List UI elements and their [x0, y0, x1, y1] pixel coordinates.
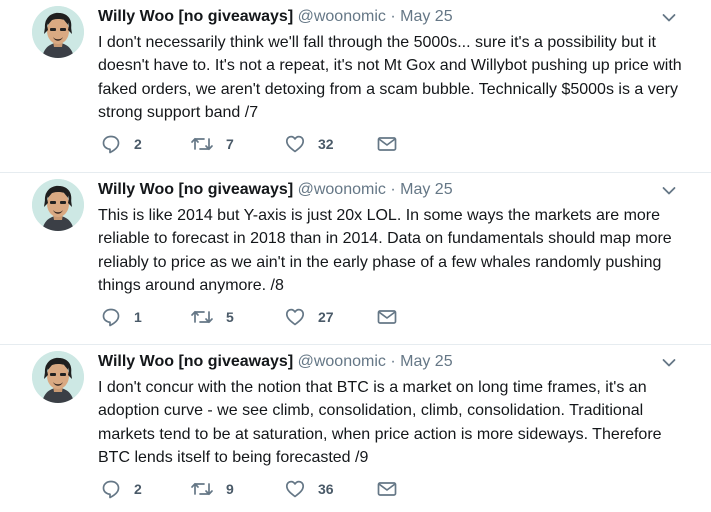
retweet-count: 7 [226, 136, 234, 152]
tweet-header: Willy Woo [no giveaways] @woonomic · May… [98, 351, 671, 373]
message-button[interactable] [376, 132, 398, 156]
tweet-date[interactable]: May 25 [400, 181, 452, 198]
chevron-down-icon [662, 359, 676, 367]
avatar-illustration-icon [32, 6, 84, 58]
retweet-button[interactable]: 5 [190, 305, 234, 329]
message-button[interactable] [376, 305, 398, 329]
retweet-button[interactable]: 9 [190, 477, 234, 501]
tweet-actions: 1 5 27 [98, 305, 418, 329]
like-count: 27 [318, 309, 334, 325]
envelope-icon [377, 137, 397, 151]
avatar[interactable] [32, 179, 84, 231]
author-handle[interactable]: @woonomic [298, 8, 386, 25]
tweet-date[interactable]: May 25 [400, 8, 452, 25]
reply-button[interactable]: 2 [100, 477, 142, 501]
author-handle[interactable]: @woonomic [298, 353, 386, 370]
reply-button[interactable]: 2 [100, 132, 142, 156]
author-name[interactable]: Willy Woo [no giveaways] [98, 8, 293, 25]
like-button[interactable]: 27 [284, 305, 334, 329]
tweet-menu-button[interactable] [661, 183, 677, 199]
tweet[interactable]: Willy Woo [no giveaways] @woonomic · May… [0, 0, 711, 172]
reply-count: 1 [134, 309, 142, 325]
heart-icon [285, 480, 305, 498]
reply-button[interactable]: 1 [100, 305, 142, 329]
tweet[interactable]: Willy Woo [no giveaways] @woonomic · May… [0, 172, 711, 344]
tweet-date[interactable]: May 25 [400, 353, 452, 370]
separator: · [390, 8, 396, 25]
avatar-illustration-icon [32, 179, 84, 231]
avatar[interactable] [32, 6, 84, 58]
reply-icon [102, 135, 120, 154]
retweet-icon [191, 310, 213, 324]
like-button[interactable]: 32 [284, 132, 334, 156]
retweet-count: 5 [226, 309, 234, 325]
heart-icon [285, 135, 305, 153]
retweet-icon [191, 137, 213, 151]
reply-icon [102, 308, 120, 327]
avatar[interactable] [32, 351, 84, 403]
separator: · [390, 353, 396, 370]
reply-icon [102, 480, 120, 499]
author-name[interactable]: Willy Woo [no giveaways] [98, 181, 293, 198]
retweet-count: 9 [226, 481, 234, 497]
author-name[interactable]: Willy Woo [no giveaways] [98, 353, 293, 370]
tweet-menu-button[interactable] [661, 355, 677, 371]
chevron-down-icon [662, 187, 676, 195]
retweet-button[interactable]: 7 [190, 132, 234, 156]
tweet-actions: 2 7 32 [98, 132, 418, 156]
like-count: 36 [318, 481, 334, 497]
envelope-icon [377, 310, 397, 324]
retweet-icon [191, 482, 213, 496]
tweet-text: I don't concur with the notion that BTC … [98, 379, 662, 466]
envelope-icon [377, 482, 397, 496]
reply-count: 2 [134, 481, 142, 497]
like-count: 32 [318, 136, 334, 152]
author-handle[interactable]: @woonomic [298, 181, 386, 198]
tweet-header: Willy Woo [no giveaways] @woonomic · May… [98, 179, 671, 201]
message-button[interactable] [376, 477, 398, 501]
separator: · [390, 181, 396, 198]
tweet-menu-button[interactable] [661, 10, 677, 26]
heart-icon [285, 308, 305, 326]
chevron-down-icon [662, 14, 676, 22]
tweet-text: I don't necessarily think we'll fall thr… [98, 34, 682, 121]
reply-count: 2 [134, 136, 142, 152]
tweet-actions: 2 9 36 [98, 477, 418, 501]
avatar-illustration-icon [32, 351, 84, 403]
tweet-thread: Willy Woo [no giveaways] @woonomic · May… [0, 0, 711, 512]
like-button[interactable]: 36 [284, 477, 334, 501]
tweet-text: This is like 2014 but Y-axis is just 20x… [98, 207, 672, 294]
tweet[interactable]: Willy Woo [no giveaways] @woonomic · May… [0, 344, 711, 512]
tweet-header: Willy Woo [no giveaways] @woonomic · May… [98, 6, 671, 28]
